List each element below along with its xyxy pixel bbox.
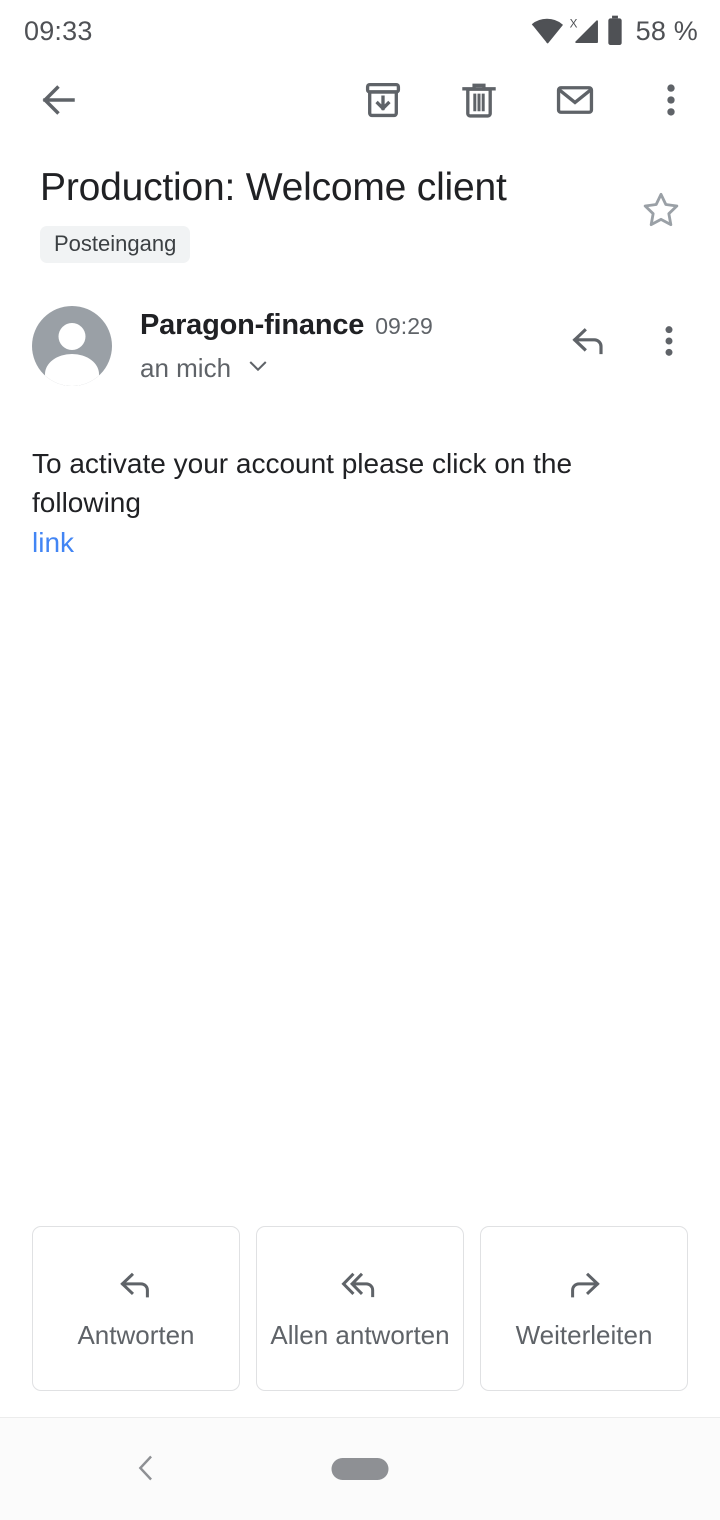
archive-button[interactable] (352, 70, 414, 132)
mark-unread-button[interactable] (544, 70, 606, 132)
email-body-text: To activate your account please click on… (32, 447, 573, 519)
reply-all-arrow-icon (341, 1265, 379, 1305)
reply-button[interactable] (560, 314, 618, 372)
reply-arrow-icon (117, 1265, 155, 1305)
back-arrow-icon (38, 79, 80, 124)
more-vertical-icon (649, 321, 689, 364)
star-outline-icon (641, 190, 681, 233)
avatar[interactable] (32, 305, 112, 386)
sender-actions (560, 306, 698, 372)
status-bar-clock: 09:33 (24, 15, 93, 46)
chevron-down-icon (245, 353, 271, 384)
nav-back-chevron-icon (129, 1451, 163, 1488)
subject-left: Production: Welcome client Posteingang (40, 164, 630, 263)
reply-all-action-label: Allen antworten (270, 1319, 450, 1350)
archive-icon (362, 79, 404, 124)
envelope-icon (554, 79, 596, 124)
email-toolbar (0, 62, 720, 140)
forward-action-label: Weiterleiten (515, 1319, 653, 1350)
forward-action-button[interactable]: Weiterleiten (480, 1226, 688, 1391)
nav-back-button[interactable] (118, 1441, 174, 1497)
forward-arrow-icon (565, 1265, 603, 1305)
sender-info: Paragon-finance 09:29 an mich (112, 306, 560, 384)
delete-button[interactable] (448, 70, 510, 132)
status-bar: 09:33 X 58 % (0, 0, 720, 62)
svg-text:X: X (569, 18, 577, 31)
star-button[interactable] (630, 180, 692, 242)
back-button[interactable] (28, 70, 90, 132)
toolbar-overflow-button[interactable] (640, 70, 702, 132)
sender-section: Paragon-finance 09:29 an mich (0, 263, 720, 386)
battery-percent-label: 58 % (635, 15, 698, 46)
message-overflow-button[interactable] (640, 314, 698, 372)
sender-name-row: Paragon-finance 09:29 (140, 309, 560, 342)
battery-icon (605, 15, 625, 47)
status-bar-indicators: X 58 % (531, 15, 698, 47)
activation-link[interactable]: link (32, 527, 74, 558)
nav-home-pill-icon[interactable] (331, 1458, 389, 1480)
status-badge[interactable]: Posteingang (40, 225, 191, 263)
toolbar-actions (352, 70, 702, 132)
email-timestamp: 09:29 (375, 312, 433, 339)
more-vertical-icon (650, 79, 692, 124)
reply-action-bar: Antworten Allen antworten Weiterleiten (0, 1226, 720, 1391)
cellular-signal-no-service-icon: X (567, 16, 601, 46)
label-row: Posteingang (40, 225, 630, 263)
reply-action-button[interactable]: Antworten (32, 1226, 240, 1391)
recipient-label: an mich (140, 352, 232, 383)
wifi-icon (531, 18, 563, 44)
reply-arrow-icon (569, 321, 609, 364)
recipient-expander[interactable]: an mich (140, 353, 560, 384)
subject-section: Production: Welcome client Posteingang (0, 140, 720, 263)
sender-name[interactable]: Paragon-finance (140, 309, 364, 342)
reply-all-action-button[interactable]: Allen antworten (256, 1226, 464, 1391)
system-nav-bar (0, 1417, 720, 1520)
reply-action-label: Antworten (77, 1319, 195, 1350)
email-body: To activate your account please click on… (0, 386, 720, 563)
trash-icon (458, 79, 500, 124)
page-title: Production: Welcome client (40, 166, 507, 209)
